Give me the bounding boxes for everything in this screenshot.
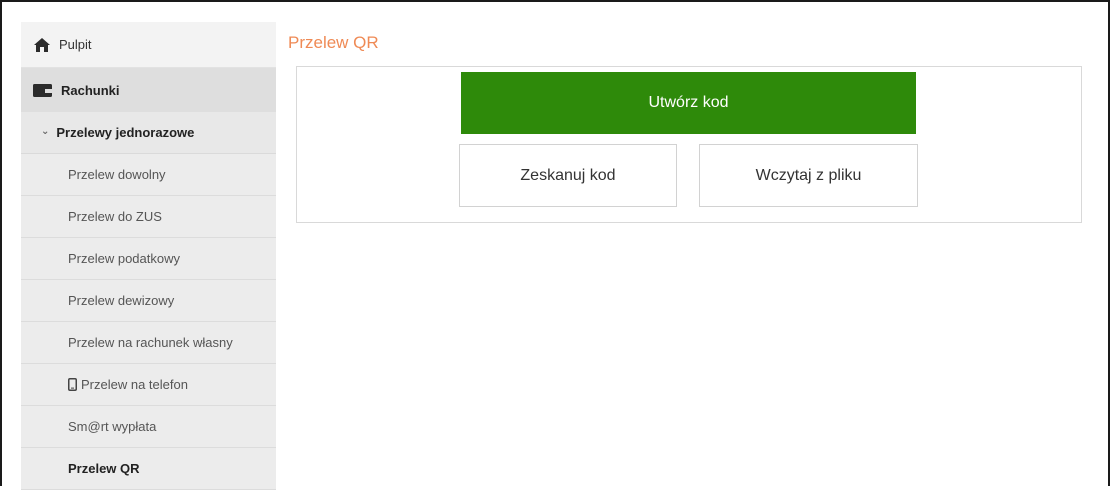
sidebar-item-przelew-qr[interactable]: Przelew QR: [21, 448, 276, 490]
sidebar-item-label: Przelew na telefon: [81, 377, 188, 392]
sidebar-item-label: Przelew podatkowy: [68, 251, 180, 266]
sidebar-item-smart-wyplata[interactable]: Sm@rt wypłata: [21, 406, 276, 448]
sidebar-item-label: Sm@rt wypłata: [68, 419, 157, 434]
chevron-down-icon: ⌄: [41, 126, 50, 137]
sidebar-item-przelew-do-zus[interactable]: Przelew do ZUS: [21, 196, 276, 238]
create-code-button[interactable]: Utwórz kod: [461, 72, 916, 134]
sidebar-item-label: Przelew na rachunek własny: [68, 335, 233, 350]
sidebar-item-label: Przelew dowolny: [68, 167, 166, 182]
sidebar-item-przelew-podatkowy[interactable]: Przelew podatkowy: [21, 238, 276, 280]
sidebar-item-label: Przelew do ZUS: [68, 209, 162, 224]
sidebar-item-label: Przelew dewizowy: [68, 293, 175, 308]
sidebar-item-label: Przelewy jednorazowe: [56, 125, 195, 140]
sidebar-item-rachunki[interactable]: Rachunki: [21, 68, 276, 112]
phone-icon: [68, 378, 77, 391]
sidebar-item-pulpit[interactable]: Pulpit: [21, 22, 276, 68]
sidebar-item-przelew-na-rachunek-wlasny[interactable]: Przelew na rachunek własny: [21, 322, 276, 364]
wallet-icon: [33, 83, 53, 98]
sidebar-item-przelewy-jednorazowe[interactable]: ⌄ Przelewy jednorazowe: [21, 112, 276, 154]
sidebar-item-label: Rachunki: [61, 82, 120, 98]
sidebar-item-przelew-dewizowy[interactable]: Przelew dewizowy: [21, 280, 276, 322]
page-title: Przelew QR: [288, 33, 379, 52]
sidebar: Pulpit Rachunki ⌄ Przelewy jednorazowe P…: [21, 22, 276, 490]
sidebar-item-label: Pulpit: [59, 37, 92, 52]
home-icon: [33, 37, 51, 53]
sidebar-item-label: Przelew QR: [68, 461, 140, 476]
scan-code-button[interactable]: Zeskanuj kod: [459, 144, 677, 207]
sidebar-item-przelew-na-telefon[interactable]: Przelew na telefon: [21, 364, 276, 406]
load-from-file-button[interactable]: Wczytaj z pliku: [699, 144, 918, 207]
sidebar-item-przelew-dowolny[interactable]: Przelew dowolny: [21, 154, 276, 196]
